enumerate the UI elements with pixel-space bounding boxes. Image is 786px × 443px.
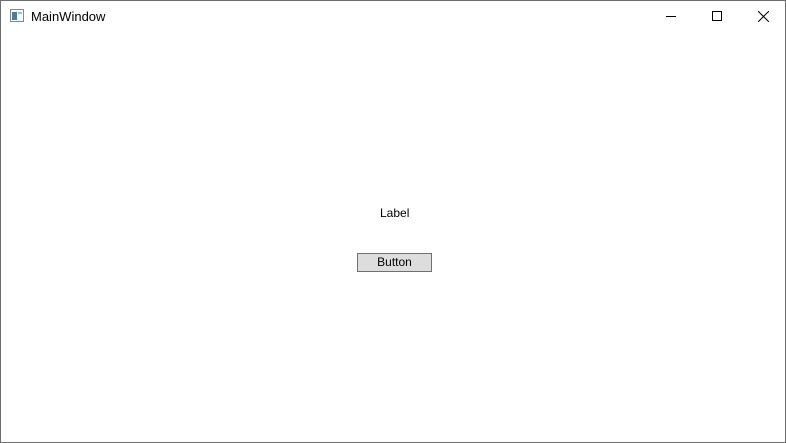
app-window-icon (10, 9, 24, 22)
text-label: Label (380, 206, 410, 220)
minimize-button[interactable] (648, 1, 694, 31)
main-window: MainWindow Label Button (0, 0, 786, 443)
maximize-icon (712, 11, 722, 21)
minimize-icon (666, 11, 676, 21)
maximize-button[interactable] (694, 1, 740, 31)
close-button[interactable] (740, 1, 786, 31)
window-title: MainWindow (31, 9, 106, 24)
close-icon (757, 10, 769, 22)
main-button[interactable]: Button (357, 253, 432, 272)
title-bar[interactable]: MainWindow (1, 1, 785, 31)
window-content: Label Button (1, 31, 785, 442)
